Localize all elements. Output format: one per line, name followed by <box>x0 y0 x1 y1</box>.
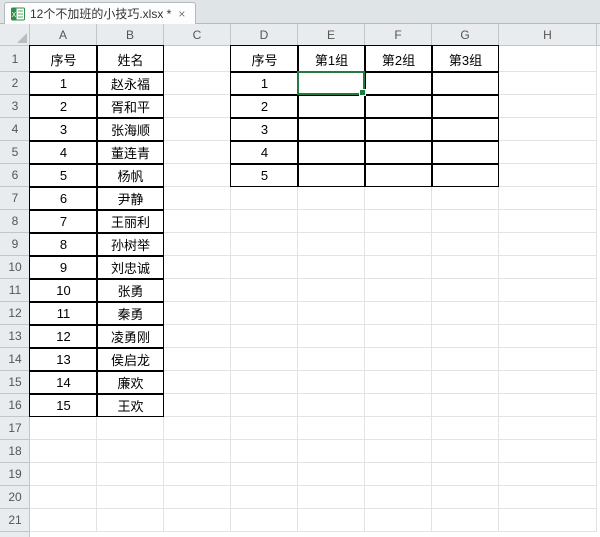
left-data-cell[interactable]: 王欢 <box>97 394 164 417</box>
column-header-G[interactable]: G <box>432 24 499 46</box>
right-data-cell[interactable] <box>432 164 499 187</box>
left-data-cell[interactable]: 10 <box>30 279 97 302</box>
right-data-cell[interactable] <box>365 164 432 187</box>
column-header-B[interactable]: B <box>97 24 164 46</box>
left-data-cell[interactable]: 胥和平 <box>97 95 164 118</box>
left-data-cell[interactable]: 13 <box>30 348 97 371</box>
left-data-cell[interactable]: 9 <box>30 256 97 279</box>
row-header-20[interactable]: 20 <box>0 486 30 509</box>
row-header-7[interactable]: 7 <box>0 187 30 210</box>
left-data-cell[interactable]: 廉欢 <box>97 371 164 394</box>
left-data-cell[interactable]: 张勇 <box>97 279 164 302</box>
row-headers[interactable]: 123456789101112131415161718192021 <box>0 46 30 537</box>
left-data-cell[interactable]: 7 <box>30 210 97 233</box>
column-header-D[interactable]: D <box>231 24 298 46</box>
row-header-14[interactable]: 14 <box>0 348 30 371</box>
right-data-cell[interactable] <box>298 141 365 164</box>
right-data-cell[interactable]: 2 <box>231 95 298 118</box>
select-all-corner[interactable] <box>0 24 30 46</box>
row-header-11[interactable]: 11 <box>0 279 30 302</box>
left-data-cell[interactable]: 5 <box>30 164 97 187</box>
spreadsheet-grid[interactable]: ABCDEFGH 1234567891011121314151617181920… <box>0 24 600 537</box>
left-data-cell[interactable]: 15 <box>30 394 97 417</box>
row-header-1[interactable]: 1 <box>0 46 30 72</box>
left-data-cell[interactable]: 8 <box>30 233 97 256</box>
column-header-E[interactable]: E <box>298 24 365 46</box>
left-data-cell[interactable]: 杨帆 <box>97 164 164 187</box>
row-header-9[interactable]: 9 <box>0 233 30 256</box>
row-header-10[interactable]: 10 <box>0 256 30 279</box>
column-header-F[interactable]: F <box>365 24 432 46</box>
right-data-cell[interactable] <box>365 141 432 164</box>
left-data-cell[interactable]: 赵永福 <box>97 72 164 95</box>
row-header-15[interactable]: 15 <box>0 371 30 394</box>
row-header-13[interactable]: 13 <box>0 325 30 348</box>
right-data-cell[interactable] <box>365 72 432 95</box>
column-headers[interactable]: ABCDEFGH <box>30 24 600 46</box>
excel-file-icon: X <box>11 7 25 21</box>
cells-area[interactable]: 序号姓名1赵永福2胥和平3张海顺4董连青5杨帆6尹静7王丽利8孙树举9刘忠诚10… <box>30 46 600 537</box>
right-data-cell[interactable] <box>365 118 432 141</box>
left-data-cell[interactable]: 14 <box>30 371 97 394</box>
column-header-A[interactable]: A <box>30 24 97 46</box>
right-data-cell[interactable] <box>298 164 365 187</box>
left-data-cell[interactable]: 秦勇 <box>97 302 164 325</box>
right-data-cell[interactable]: 4 <box>231 141 298 164</box>
row-header-17[interactable]: 17 <box>0 417 30 440</box>
left-data-cell[interactable]: 4 <box>30 141 97 164</box>
right-data-cell[interactable] <box>298 72 365 95</box>
left-data-cell[interactable]: 1 <box>30 72 97 95</box>
row-header-19[interactable]: 19 <box>0 463 30 486</box>
right-header-cell[interactable]: 第3组 <box>432 46 499 72</box>
left-data-cell[interactable]: 2 <box>30 95 97 118</box>
right-header-cell[interactable]: 第1组 <box>298 46 365 72</box>
close-icon[interactable]: × <box>176 8 187 20</box>
right-data-cell[interactable]: 1 <box>231 72 298 95</box>
row-header-16[interactable]: 16 <box>0 394 30 417</box>
left-data-cell[interactable]: 董连青 <box>97 141 164 164</box>
left-header-cell[interactable]: 姓名 <box>97 46 164 72</box>
left-data-cell[interactable]: 凌勇刚 <box>97 325 164 348</box>
right-data-cell[interactable] <box>298 118 365 141</box>
left-data-cell[interactable]: 11 <box>30 302 97 325</box>
workbook-tab-bar: X 12个不加班的小技巧.xlsx * × <box>0 0 600 24</box>
right-data-cell[interactable] <box>432 141 499 164</box>
left-data-cell[interactable]: 侯启龙 <box>97 348 164 371</box>
row-header-12[interactable]: 12 <box>0 302 30 325</box>
row-header-6[interactable]: 6 <box>0 164 30 187</box>
left-header-cell[interactable]: 序号 <box>30 46 97 72</box>
row-header-8[interactable]: 8 <box>0 210 30 233</box>
row-header-21[interactable]: 21 <box>0 509 30 532</box>
column-header-C[interactable]: C <box>164 24 231 46</box>
left-data-cell[interactable]: 张海顺 <box>97 118 164 141</box>
svg-text:X: X <box>12 12 17 19</box>
right-header-cell[interactable]: 第2组 <box>365 46 432 72</box>
right-data-cell[interactable] <box>298 95 365 118</box>
right-header-cell[interactable]: 序号 <box>231 46 298 72</box>
right-data-cell[interactable]: 3 <box>231 118 298 141</box>
right-data-cell[interactable]: 5 <box>231 164 298 187</box>
workbook-tab-label: 12个不加班的小技巧.xlsx * <box>30 5 171 22</box>
right-data-cell[interactable] <box>432 95 499 118</box>
row-header-2[interactable]: 2 <box>0 72 30 95</box>
row-header-3[interactable]: 3 <box>0 95 30 118</box>
row-header-4[interactable]: 4 <box>0 118 30 141</box>
left-data-cell[interactable]: 尹静 <box>97 187 164 210</box>
left-data-cell[interactable]: 6 <box>30 187 97 210</box>
workbook-tab[interactable]: X 12个不加班的小技巧.xlsx * × <box>4 2 196 24</box>
left-data-cell[interactable]: 王丽利 <box>97 210 164 233</box>
left-data-cell[interactable]: 刘忠诚 <box>97 256 164 279</box>
column-header-H[interactable]: H <box>499 24 597 46</box>
left-data-cell[interactable]: 孙树举 <box>97 233 164 256</box>
right-data-cell[interactable] <box>365 95 432 118</box>
right-data-cell[interactable] <box>432 72 499 95</box>
right-data-cell[interactable] <box>432 118 499 141</box>
left-data-cell[interactable]: 12 <box>30 325 97 348</box>
row-header-5[interactable]: 5 <box>0 141 30 164</box>
left-data-cell[interactable]: 3 <box>30 118 97 141</box>
row-header-18[interactable]: 18 <box>0 440 30 463</box>
